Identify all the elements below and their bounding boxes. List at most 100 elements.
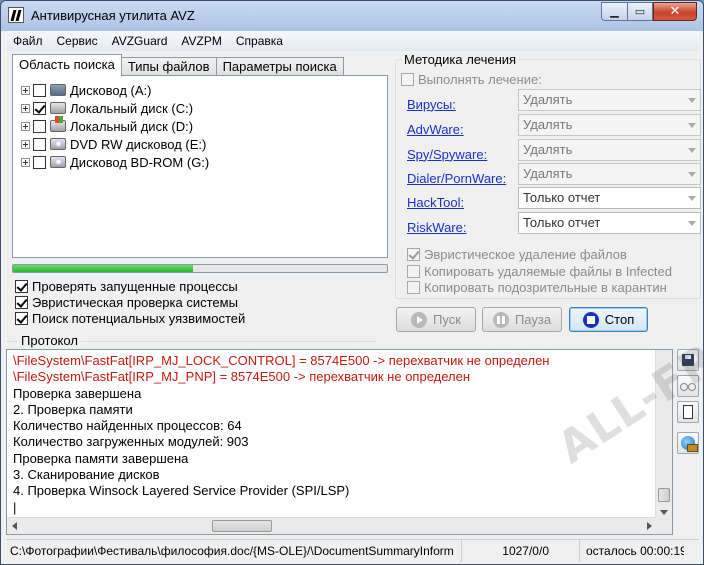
log-vertical-scrollbar[interactable] bbox=[655, 350, 672, 518]
protocol-title: Протокол bbox=[18, 333, 81, 348]
tab-search-params[interactable]: Параметры поиска bbox=[215, 57, 344, 76]
tab-search-area[interactable]: Область поиска bbox=[12, 54, 122, 76]
menu-service[interactable]: Сервис bbox=[50, 34, 105, 48]
log-line: Количество найденных процессов: 64 bbox=[13, 418, 242, 434]
threat-link-riskware[interactable]: RiskWare: bbox=[407, 220, 519, 235]
tab-file-types[interactable]: Типы файлов bbox=[120, 57, 217, 76]
menu-avzpm[interactable]: AVZPM bbox=[174, 34, 228, 48]
threat-link-spyware[interactable]: Spy/Spyware: bbox=[407, 147, 519, 162]
threat-row-hacktool: HackTool: bbox=[407, 191, 519, 213]
stop-button[interactable]: Стоп bbox=[569, 307, 648, 332]
combo-value: Удалять bbox=[523, 117, 573, 132]
dvd-drive-icon bbox=[50, 138, 66, 150]
perform-treatment-checkbox-row[interactable]: Выполнять лечение: bbox=[401, 71, 542, 87]
threat-action-spyware[interactable]: Удалять bbox=[518, 139, 701, 161]
threat-action-hacktool[interactable]: Только отчет bbox=[518, 187, 701, 209]
drive-checkbox-d[interactable] bbox=[33, 119, 46, 133]
scroll-thumb[interactable] bbox=[212, 520, 272, 532]
title-bar[interactable]: Антивирусная утилита AVZ ▁ ▭ ✕ bbox=[1, 1, 703, 31]
menu-file[interactable]: Файл bbox=[6, 34, 50, 48]
view-glasses-button[interactable] bbox=[677, 375, 699, 397]
combo-value: Удалять bbox=[523, 166, 573, 181]
menu-help[interactable]: Справка bbox=[229, 34, 290, 48]
threat-action-advware[interactable]: Удалять bbox=[518, 114, 701, 136]
option-vulnerability-search[interactable]: Поиск потенциальных уязвимостей bbox=[15, 310, 245, 326]
window-controls: ▁ ▭ ✕ bbox=[601, 2, 697, 22]
menu-avzguard[interactable]: AVZGuard bbox=[105, 34, 175, 48]
threat-action-riskware[interactable]: Только отчет bbox=[518, 212, 701, 234]
maximize-button[interactable]: ▭ bbox=[627, 2, 653, 21]
drive-checkbox-e[interactable] bbox=[33, 137, 46, 151]
expand-icon[interactable] bbox=[21, 85, 30, 95]
scroll-thumb[interactable] bbox=[658, 488, 670, 502]
checkbox[interactable] bbox=[15, 279, 28, 293]
drive-row-d[interactable]: Локальный диск (D:) bbox=[21, 116, 193, 135]
hard-drive-icon bbox=[50, 102, 66, 114]
close-button[interactable]: ✕ bbox=[653, 2, 697, 21]
checkbox[interactable] bbox=[15, 311, 28, 325]
copy-quarantine-option[interactable]: Копировать подозрительные в карантин bbox=[407, 279, 667, 295]
drive-row-c[interactable]: Локальный диск (C:) bbox=[21, 99, 193, 117]
expand-icon[interactable] bbox=[21, 139, 30, 149]
drive-checkbox-c[interactable] bbox=[33, 101, 46, 115]
checkbox[interactable] bbox=[407, 247, 420, 261]
threat-row-spyware: Spy/Spyware: bbox=[407, 143, 519, 165]
threat-link-viruses[interactable]: Вирусы: bbox=[407, 97, 519, 112]
checkbox[interactable] bbox=[407, 264, 420, 278]
new-document-button[interactable] bbox=[677, 401, 699, 423]
save-log-button[interactable] bbox=[677, 349, 699, 371]
threat-link-advware[interactable]: AdvWare: bbox=[407, 122, 519, 137]
heuristic-delete-option[interactable]: Эвристическое удаление файлов bbox=[407, 246, 627, 262]
minimize-button[interactable]: ▁ bbox=[601, 2, 627, 21]
chevron-down-icon bbox=[688, 98, 696, 103]
combo-value: Удалять bbox=[523, 92, 573, 107]
threat-action-viruses[interactable]: Удалять bbox=[518, 89, 701, 111]
windows-drive-icon bbox=[50, 116, 66, 132]
chevron-left-icon[interactable] bbox=[12, 522, 17, 530]
chevron-down-icon bbox=[688, 172, 696, 177]
threat-link-dialer[interactable]: Dialer/PornWare: bbox=[407, 171, 519, 186]
start-button[interactable]: Пуск bbox=[396, 307, 476, 332]
chevron-right-icon[interactable] bbox=[647, 522, 652, 530]
avz-app-icon bbox=[8, 7, 24, 23]
expand-icon[interactable] bbox=[21, 103, 30, 113]
option-label: Эвристическое удаление файлов bbox=[424, 246, 627, 262]
floppy-drive-icon bbox=[50, 84, 66, 96]
drive-row-a[interactable]: Дисковод (A:) bbox=[21, 81, 151, 99]
option-heuristic-check[interactable]: Эвристическая проверка системы bbox=[15, 294, 238, 310]
drive-checkbox-a[interactable] bbox=[33, 83, 46, 97]
drive-tree: Дисковод (A:) Локальный диск (C:) Локаль… bbox=[12, 75, 388, 258]
play-icon bbox=[411, 311, 428, 328]
drive-label: Дисковод (A:) bbox=[70, 82, 152, 98]
threat-row-dialer: Dialer/PornWare: bbox=[407, 167, 519, 189]
chevron-down-icon[interactable] bbox=[660, 510, 668, 515]
network-button[interactable] bbox=[677, 432, 699, 454]
checkbox[interactable] bbox=[407, 280, 420, 294]
option-check-processes[interactable]: Проверять запущенные процессы bbox=[15, 278, 238, 294]
checkbox[interactable] bbox=[401, 72, 414, 86]
expand-icon[interactable] bbox=[21, 157, 30, 167]
expand-icon[interactable] bbox=[21, 121, 30, 131]
document-icon bbox=[683, 405, 693, 419]
threat-action-dialer[interactable]: Удалять bbox=[518, 163, 701, 185]
copy-infected-option[interactable]: Копировать удаляемые файлы в Infected bbox=[407, 263, 672, 279]
threat-row-viruses: Вирусы: bbox=[407, 93, 519, 115]
log-line: | bbox=[13, 499, 17, 515]
glasses-icon bbox=[680, 383, 696, 391]
stop-label: Стоп bbox=[604, 312, 635, 327]
drive-label: DVD RW дисковод (E:) bbox=[70, 136, 207, 152]
drive-checkbox-g[interactable] bbox=[33, 155, 46, 169]
drive-row-g[interactable]: Дисковод BD-ROM (G:) bbox=[21, 153, 209, 171]
threat-link-hacktool[interactable]: HackTool: bbox=[407, 195, 519, 210]
protocol-log[interactable]: \FileSystem\FastFat[IRP_MJ_LOCK_CONTROL]… bbox=[6, 349, 673, 535]
pause-button[interactable]: Пауза bbox=[482, 307, 562, 332]
perform-treatment-label: Выполнять лечение: bbox=[418, 71, 542, 87]
combo-value: Удалять bbox=[523, 142, 573, 157]
main-window: Антивирусная утилита AVZ ▁ ▭ ✕ Файл Серв… bbox=[0, 0, 704, 565]
log-horizontal-scrollbar[interactable] bbox=[7, 517, 657, 534]
log-lines: \FileSystem\FastFat[IRP_MJ_LOCK_CONTROL]… bbox=[13, 353, 656, 516]
drive-row-e[interactable]: DVD RW дисковод (E:) bbox=[21, 135, 206, 153]
log-line: Количество загруженных модулей: 903 bbox=[13, 434, 249, 450]
checkbox[interactable] bbox=[15, 295, 28, 309]
log-line: Проверка памяти завершена bbox=[13, 450, 189, 466]
